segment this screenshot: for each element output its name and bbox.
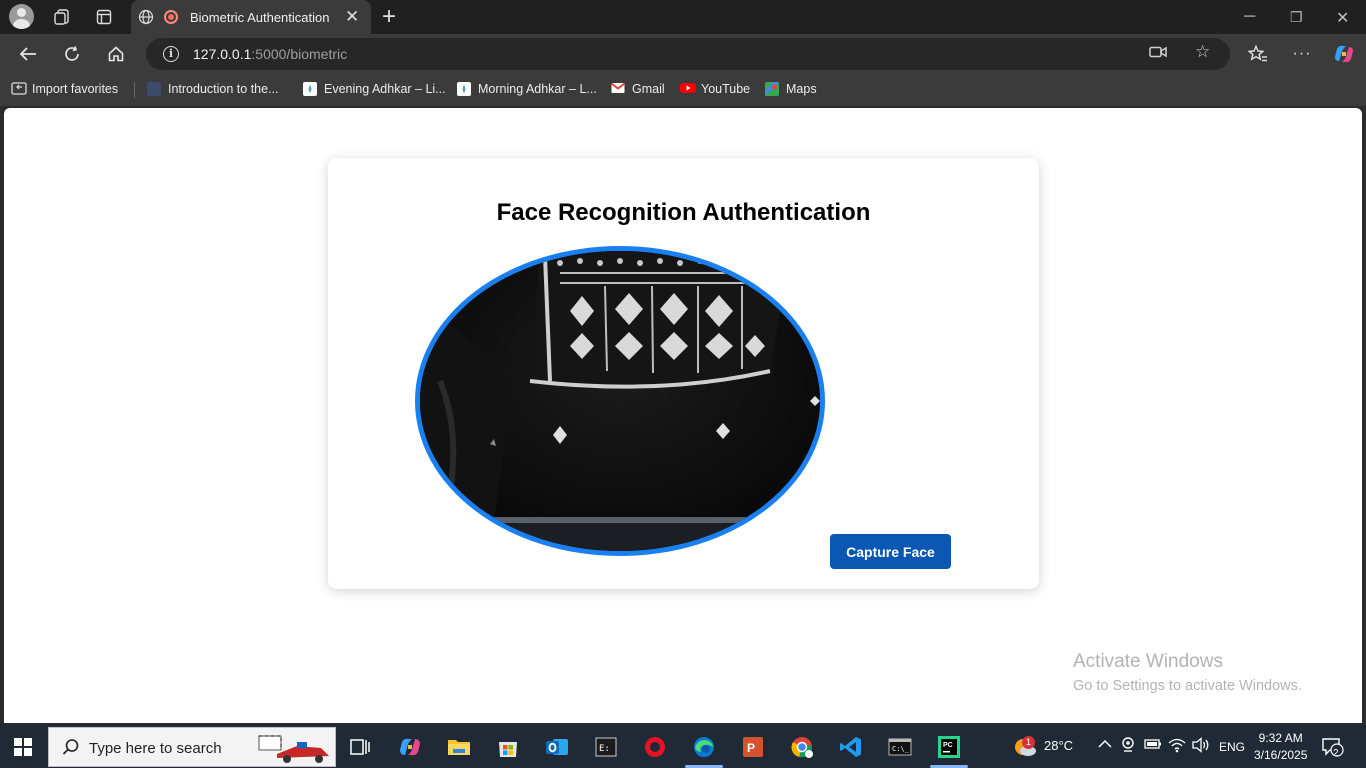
auth-card: Face Recognition Authentication Capture … — [328, 158, 1039, 589]
favorite-star-icon[interactable]: ☆ — [1195, 42, 1210, 62]
import-icon — [11, 82, 27, 96]
weather-badge: 1 — [1022, 736, 1035, 749]
capture-face-button[interactable]: Capture Face — [830, 534, 951, 569]
svg-text:P: P — [747, 741, 755, 755]
volume-icon[interactable] — [1192, 737, 1210, 756]
favorite-introduction[interactable]: Introduction to the... — [147, 82, 279, 96]
copilot-icon[interactable] — [1332, 42, 1356, 66]
minimize-button[interactable]: ─ — [1244, 8, 1255, 26]
globe-icon — [138, 9, 154, 30]
svg-text:C:\_: C:\_ — [892, 745, 910, 753]
webcam-in-use-icon[interactable] — [1121, 736, 1135, 755]
close-window-button[interactable]: ✕ — [1336, 8, 1349, 28]
outlook-icon[interactable] — [545, 735, 569, 759]
system-clock[interactable]: 9:32 AM 3/16/2025 — [1254, 730, 1307, 764]
address-bar[interactable]: i 127.0.0.1:5000/biometric ☆ — [146, 38, 1230, 70]
watermark-title: Activate Windows — [1073, 651, 1223, 672]
watermark-subtitle: Go to Settings to activate Windows. — [1073, 678, 1302, 694]
profile-avatar[interactable] — [9, 4, 34, 29]
search-placeholder: Type here to search — [89, 740, 222, 757]
tab-strip: Biometric Authentication ✕ + ─ ❐ ✕ — [0, 0, 1366, 34]
windows-start-icon[interactable] — [14, 738, 32, 756]
favorites-divider — [134, 82, 135, 98]
favorites-icon[interactable] — [1246, 42, 1270, 66]
restore-button[interactable]: ❐ — [1290, 9, 1303, 26]
favorite-youtube[interactable]: YouTube — [680, 82, 750, 96]
activate-windows-watermark: Activate Windows Go to Settings to activ… — [1073, 651, 1302, 694]
recorder-icon[interactable] — [643, 735, 667, 759]
active-tab[interactable]: Biometric Authentication ✕ — [131, 0, 371, 34]
file-explorer-icon[interactable] — [447, 735, 471, 759]
svg-text:PC: PC — [943, 742, 953, 749]
search-icon — [62, 738, 80, 761]
favorite-gmail[interactable]: Gmail — [610, 82, 665, 96]
page-icon — [303, 82, 317, 96]
tab-actions-icon[interactable] — [91, 5, 117, 29]
favorite-maps[interactable]: Maps — [765, 82, 817, 96]
collections-icon[interactable] — [49, 5, 75, 29]
camera-feed — [415, 246, 825, 556]
favorite-evening-adhkar[interactable]: Evening Adhkar – Li... — [303, 82, 446, 96]
page-title: Face Recognition Authentication — [496, 199, 871, 226]
terminal-app-icon[interactable]: E: — [594, 735, 618, 759]
home-icon[interactable] — [104, 42, 128, 66]
search-highlight-icon — [257, 732, 333, 768]
clock-date: 3/16/2025 — [1254, 748, 1308, 762]
camera-frame-image — [420, 251, 820, 551]
notification-count: 2 — [1333, 748, 1339, 759]
svg-text:E:: E: — [599, 744, 610, 754]
taskbar-search-box[interactable]: Type here to search — [48, 727, 336, 767]
task-view-icon[interactable] — [348, 735, 372, 759]
favorite-morning-adhkar[interactable]: Morning Adhkar – L... — [457, 82, 597, 96]
copilot-app-icon[interactable] — [398, 735, 422, 759]
gmail-icon — [610, 82, 626, 96]
page-icon — [147, 82, 161, 96]
tab-title: Biometric Authentication — [190, 10, 330, 25]
command-prompt-icon[interactable]: C:\_ — [888, 735, 912, 759]
language-indicator[interactable]: ENG — [1219, 740, 1245, 754]
microsoft-store-icon[interactable] — [496, 735, 520, 759]
site-info-icon[interactable]: i — [163, 46, 179, 62]
page-viewport: Face Recognition Authentication Capture … — [4, 108, 1362, 723]
refresh-icon[interactable] — [60, 42, 84, 66]
favorites-bar: Import favorites Introduction to the... … — [0, 74, 1366, 106]
favorite-import[interactable]: Import favorites — [11, 82, 118, 96]
powerpoint-icon[interactable]: P — [741, 735, 765, 759]
clock-time: 9:32 AM — [1258, 731, 1303, 745]
back-icon[interactable] — [16, 42, 40, 66]
maps-icon — [765, 82, 779, 96]
camera-in-use-icon[interactable] — [1149, 44, 1167, 64]
weather-temperature[interactable]: 28°C — [1044, 738, 1073, 753]
new-tab-button[interactable]: + — [382, 3, 396, 31]
settings-menu-icon[interactable]: ··· — [1290, 42, 1314, 66]
youtube-icon — [680, 82, 696, 96]
windows-taskbar: Type here to search E: P C:\_ PC 1 28°C … — [0, 724, 1366, 768]
wifi-icon[interactable] — [1168, 737, 1186, 756]
battery-icon[interactable] — [1144, 738, 1162, 753]
recording-indicator-icon — [164, 10, 178, 24]
pycharm-icon[interactable]: PC — [937, 735, 961, 759]
close-tab-icon[interactable]: ✕ — [345, 7, 359, 27]
page-icon — [457, 82, 471, 96]
chrome-icon[interactable] — [790, 735, 814, 759]
edge-browser-icon[interactable] — [692, 735, 716, 759]
vscode-icon[interactable] — [839, 735, 863, 759]
url-text[interactable]: 127.0.0.1:5000/biometric — [193, 46, 347, 62]
navigation-bar: i 127.0.0.1:5000/biometric ☆ ··· — [0, 34, 1366, 74]
chevron-up-icon[interactable] — [1098, 737, 1112, 752]
